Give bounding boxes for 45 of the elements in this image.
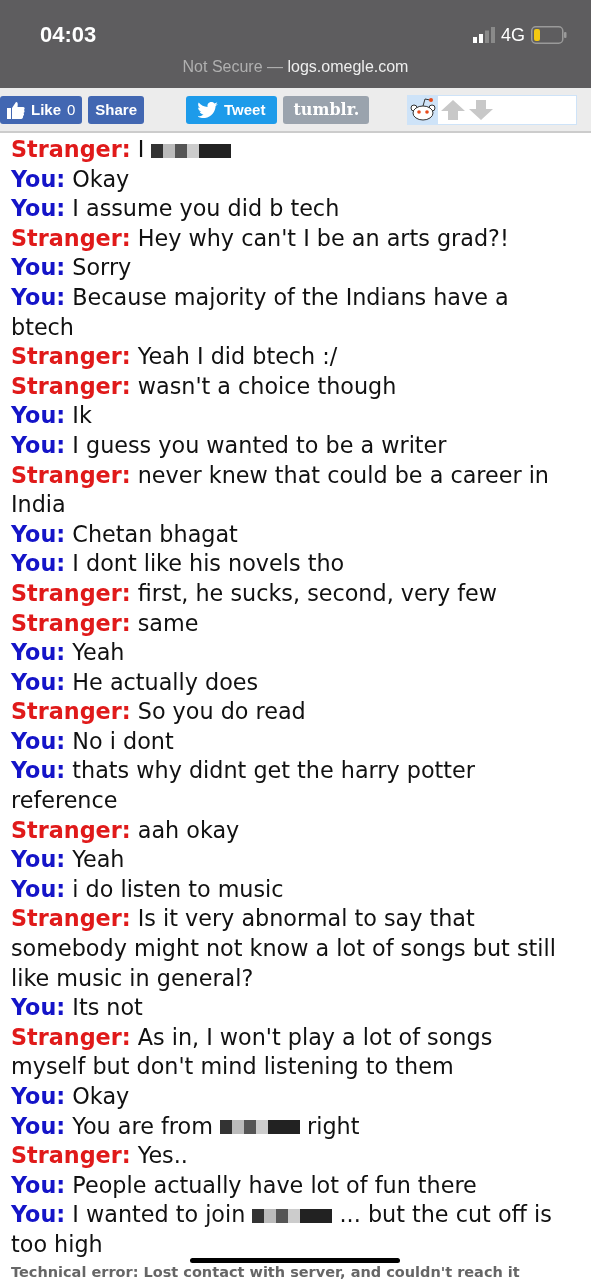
chat-message: Stranger: I — [11, 135, 571, 165]
chat-message: You: Okay — [11, 164, 131, 194]
chat-message: You: I dont like his novels tho — [11, 549, 346, 579]
down-arrow-icon[interactable] — [468, 98, 495, 121]
chat-message: You: He actually does — [11, 667, 260, 697]
security-label: Not Secure — [182, 58, 263, 75]
bird-icon — [198, 101, 219, 118]
chat-message: You: You are from right — [11, 1111, 361, 1141]
tweet-button[interactable]: Tweet — [186, 95, 278, 124]
alien-icon[interactable] — [408, 95, 439, 124]
battery-icon — [531, 26, 567, 44]
like-button[interactable]: Like 0 — [0, 95, 83, 124]
chat-message: You: Yeah — [11, 638, 126, 668]
network-label: 4G — [501, 24, 525, 46]
chat-message: Stranger: first, he sucks, second, very few — [11, 578, 498, 608]
chat-message: Stranger: So you do read — [11, 697, 307, 727]
chat-message: Stranger: Hey why can't I be an arts grad?! — [11, 223, 510, 253]
chat-message: You: Yeah — [11, 845, 126, 875]
chat-message: Stranger: aah okay — [11, 815, 241, 845]
chat-message: You: Its not — [11, 993, 144, 1023]
chat-message: You: Sorry — [11, 253, 133, 283]
error-message: Technical error: Lost contact with server, and couldn't reach it — [10, 1263, 521, 1280]
chat-message: Stranger: Yes.. — [11, 1141, 189, 1171]
chat-message: You: Because majority of the Indians have a btech — [11, 282, 510, 342]
chat-message: You: I assume you did b tech — [11, 194, 341, 224]
chat-message: You: I guess you wanted to be a writer — [11, 430, 448, 460]
chat-message: You: I wanted to join ... but the cut off is too high — [11, 1200, 553, 1259]
separator: — — [267, 58, 284, 75]
clock-time: 04:03 — [40, 22, 97, 48]
url-text[interactable]: logs.omegle.com — [287, 58, 409, 75]
chat-message: Stranger: same — [11, 608, 200, 638]
chat-message: Stranger: wasn't a choice though — [11, 371, 398, 401]
chat-message: You: Ik — [11, 401, 93, 431]
signal-icon — [473, 27, 495, 43]
chat-message: You: Chetan bhagat — [11, 519, 239, 549]
chat-message: You: No i dont — [11, 726, 175, 756]
chat-message: You: People actually have lot of fun there — [11, 1170, 478, 1200]
chat-message: You: i do listen to music — [11, 874, 285, 904]
share-button[interactable]: Share — [88, 95, 145, 124]
chat-message: Stranger: Is it very abnormal to say that somebody might not know a lot of songs but still like music in general? — [11, 904, 557, 993]
chat-message: You: Okay — [11, 1082, 131, 1111]
chat-message: Stranger: As in, I won't play a lot of songs myself but don't mind listening to them — [11, 1022, 494, 1082]
chat-message: Stranger: never knew that could be a career in India — [11, 460, 550, 520]
thumbs-up-icon — [7, 100, 25, 119]
chat-message: Stranger: Yeah I did btech :/ — [11, 342, 339, 372]
